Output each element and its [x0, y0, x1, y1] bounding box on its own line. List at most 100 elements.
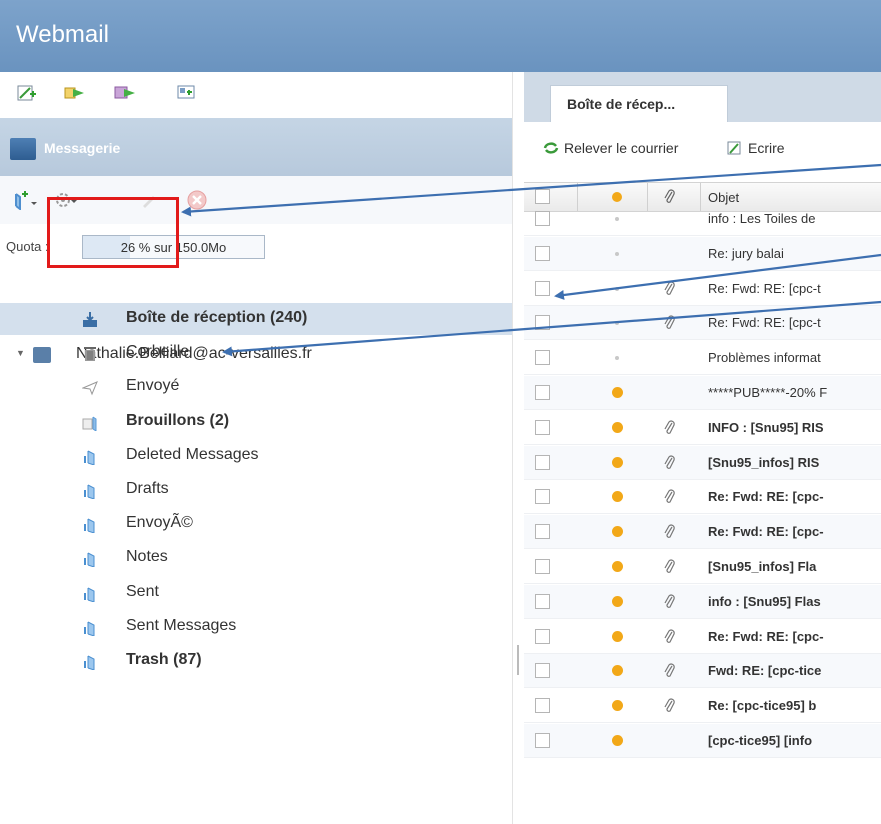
- message-subject: Re: Fwd: RE: [cpc-: [708, 628, 824, 644]
- folder-item[interactable]: Boîte de réception (240): [0, 303, 512, 335]
- message-checkbox[interactable]: [535, 280, 550, 296]
- read-status-dot[interactable]: [615, 356, 619, 361]
- contacts-icon[interactable]: [176, 84, 198, 102]
- unread-status-dot[interactable]: [612, 735, 623, 746]
- folder-icon: [84, 621, 95, 636]
- folder-item[interactable]: Notes: [0, 542, 512, 574]
- message-checkbox[interactable]: [535, 698, 550, 714]
- message-row[interactable]: Problèmes informat: [524, 341, 881, 376]
- folder-icon: [84, 450, 95, 465]
- fetch-mail-button[interactable]: Relever le courrier: [542, 140, 678, 156]
- message-row[interactable]: Re: Fwd: RE: [cpc-: [524, 515, 881, 550]
- attachment-paperclip-icon: [664, 455, 675, 469]
- unread-status-dot[interactable]: [612, 491, 623, 503]
- folder-item[interactable]: Drafts: [0, 474, 512, 506]
- move-message-icon[interactable]: [114, 84, 136, 102]
- message-subject: [cpc-tice95] [info: [708, 733, 813, 748]
- message-row[interactable]: info : Les Toiles de: [524, 202, 881, 236]
- quota-label: Quota :: [6, 239, 49, 254]
- read-status-dot[interactable]: [615, 251, 619, 256]
- message-row[interactable]: Re: Fwd: RE: [cpc-t: [524, 272, 881, 306]
- message-checkbox[interactable]: [535, 315, 550, 331]
- folder-icon: [84, 655, 95, 670]
- unread-status-dot[interactable]: [612, 526, 623, 538]
- message-row[interactable]: [Snu95_infos] Fla: [524, 550, 881, 584]
- message-checkbox[interactable]: [535, 350, 550, 366]
- message-checkbox[interactable]: [535, 419, 550, 435]
- message-subject: Re: jury balai: [708, 245, 784, 261]
- unread-status-dot[interactable]: [612, 630, 623, 642]
- message-checkbox[interactable]: [535, 733, 550, 748]
- forward-green-icon[interactable]: [64, 84, 86, 102]
- read-status-dot[interactable]: [615, 321, 619, 326]
- unread-status-dot[interactable]: [612, 456, 623, 468]
- messaging-section-header[interactable]: Messagerie: [0, 118, 512, 176]
- message-row[interactable]: Re: [cpc-tice95] b: [524, 689, 881, 724]
- inbox-icon: [83, 312, 97, 327]
- folder-name: Drafts: [126, 480, 169, 497]
- folder-icon: [84, 552, 95, 568]
- message-checkbox[interactable]: [535, 559, 550, 574]
- message-subject: Fwd: RE: [cpc-tice: [708, 663, 822, 679]
- app-header: Webmail: [0, 0, 881, 72]
- message-subject: *****PUB*****-20% F: [708, 385, 828, 400]
- message-subject: INFO : [Snu95] RIS: [708, 419, 824, 435]
- tab-inbox[interactable]: Boîte de récep...: [550, 85, 728, 122]
- folder-name: Boîte de réception (240): [126, 309, 308, 326]
- message-row[interactable]: Re: Fwd: RE: [cpc-: [524, 620, 881, 654]
- unread-status-dot[interactable]: [612, 421, 623, 433]
- message-row[interactable]: Re: Fwd: RE: [cpc-t: [524, 306, 881, 341]
- delete-folder-icon[interactable]: [186, 189, 208, 211]
- message-row[interactable]: info : [Snu95] Flas: [524, 584, 881, 619]
- unread-status-dot[interactable]: [612, 700, 623, 712]
- message-checkbox[interactable]: [535, 489, 550, 505]
- message-row[interactable]: [Snu95_infos] RIS: [524, 445, 881, 480]
- splitter-grip[interactable]: [517, 645, 519, 675]
- message-checkbox[interactable]: [535, 385, 550, 400]
- new-message-icon[interactable]: [16, 84, 38, 102]
- folder-item[interactable]: Trash (87): [0, 645, 512, 677]
- folder-item[interactable]: Envoyé: [0, 371, 512, 403]
- message-row[interactable]: Re: jury balai: [524, 236, 881, 271]
- attachment-paperclip-icon: [664, 315, 675, 330]
- message-checkbox[interactable]: [535, 245, 550, 261]
- attachment-paperclip-icon: [664, 420, 675, 434]
- message-checkbox[interactable]: [535, 524, 550, 540]
- folder-item[interactable]: Corbeille: [0, 337, 512, 369]
- read-status-dot[interactable]: [615, 286, 619, 291]
- attachment-paperclip-icon: [664, 629, 675, 643]
- folder-name: Envoyé: [126, 377, 180, 395]
- message-row[interactable]: *****PUB*****-20% F: [524, 376, 881, 410]
- message-checkbox[interactable]: [535, 593, 550, 609]
- folder-item[interactable]: Deleted Messages: [0, 440, 512, 472]
- unread-status-dot[interactable]: [612, 665, 623, 677]
- message-checkbox[interactable]: [535, 663, 550, 679]
- folder-name: Brouillons (2): [126, 411, 230, 429]
- read-status-dot[interactable]: [615, 217, 619, 221]
- left-pane: Messagerie Quota : 26 % sur 150.0Mo ▼ Na…: [0, 72, 512, 824]
- folder-item[interactable]: Sent Messages: [0, 611, 512, 643]
- message-checkbox[interactable]: [535, 454, 550, 470]
- folder-item[interactable]: EnvoyÃ©: [0, 508, 512, 540]
- add-folder-icon[interactable]: [12, 190, 38, 210]
- unread-status-dot[interactable]: [612, 595, 623, 607]
- unread-status-dot[interactable]: [612, 387, 623, 398]
- message-subject: [Snu95_infos] Fla: [708, 559, 817, 574]
- message-subject: [Snu95_infos] RIS: [708, 454, 820, 470]
- unread-status-dot[interactable]: [612, 561, 623, 572]
- message-row[interactable]: Fwd: RE: [cpc-tice: [524, 654, 881, 689]
- message-row[interactable]: [cpc-tice95] [info: [524, 724, 881, 758]
- message-row[interactable]: Re: Fwd: RE: [cpc-: [524, 480, 881, 515]
- message-checkbox[interactable]: [535, 211, 550, 226]
- message-checkbox[interactable]: [535, 628, 550, 644]
- folder-item[interactable]: Sent: [0, 577, 512, 609]
- app-title: Webmail: [16, 21, 109, 48]
- attachment-paperclip-icon: [664, 559, 675, 573]
- status-column-icon[interactable]: [612, 192, 622, 202]
- folder-item[interactable]: Brouillons (2): [0, 406, 512, 438]
- fetch-mail-label: Relever le courrier: [564, 140, 679, 156]
- message-row[interactable]: INFO : [Snu95] RIS: [524, 411, 881, 445]
- compose-button[interactable]: Ecrire: [726, 140, 785, 156]
- message-subject: Re: Fwd: RE: [cpc-: [708, 489, 824, 505]
- right-pane: Boîte de récep... Relever le courrier Ec…: [524, 72, 881, 824]
